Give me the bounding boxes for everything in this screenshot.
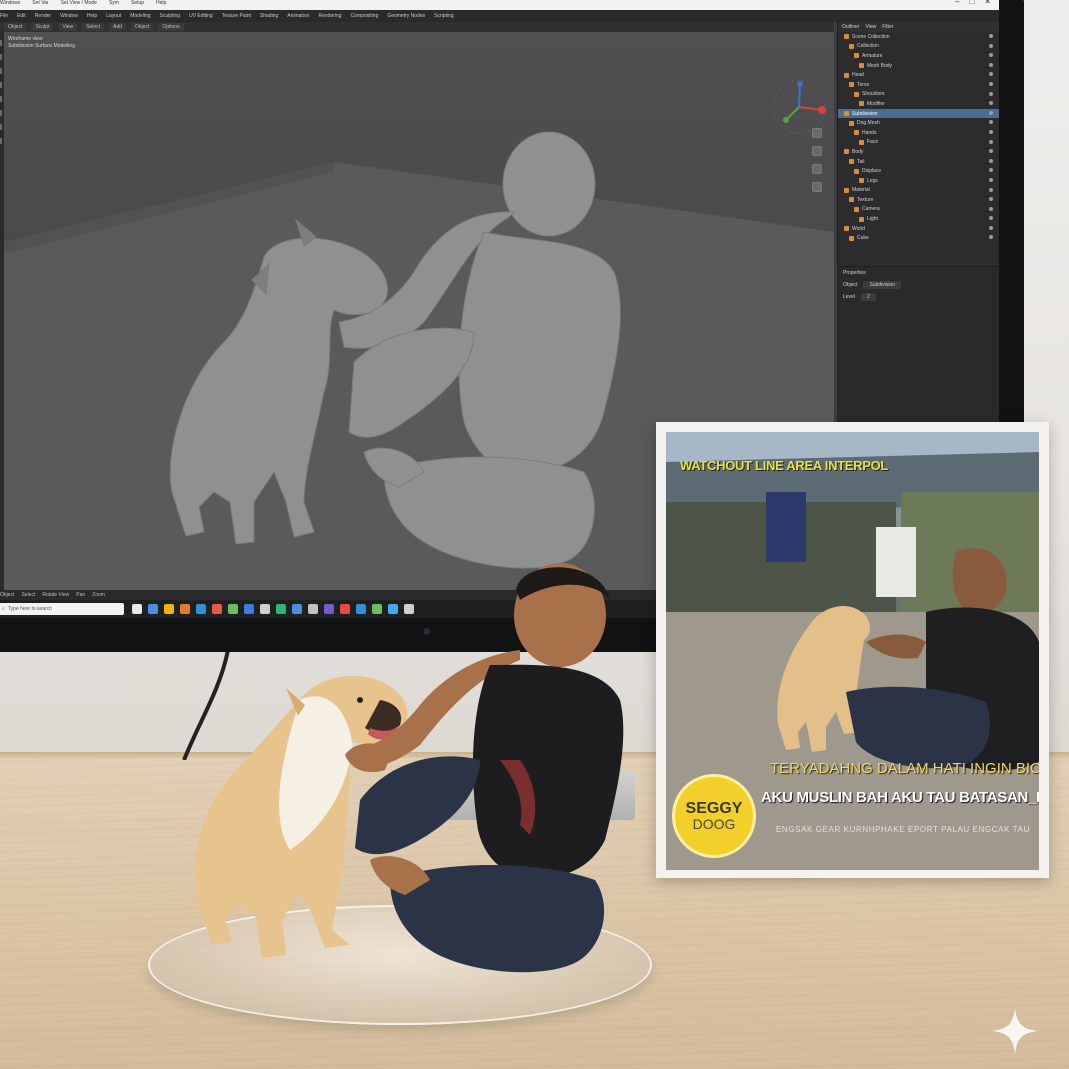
badge-bottom-text: DOOG bbox=[692, 816, 736, 832]
badge-top-text: SEGGY bbox=[685, 800, 743, 817]
man-figurine bbox=[345, 563, 624, 973]
poster-subtitle: TERYADAHNG DALAM HATI INGIN BICARA bbox=[770, 760, 1039, 777]
poster-badge: SEGGY DOOG bbox=[672, 774, 756, 858]
poster-photo: WATCHOUT LINE AREA INTERPOL TERYADAHNG D… bbox=[666, 432, 1039, 870]
poster-title: WATCHOUT LINE AREA INTERPOL bbox=[680, 458, 889, 473]
sparkle-watermark-icon bbox=[992, 1008, 1038, 1054]
poster-small-text: ENGSAK GEAR KURNHPHAKE EPORT PALAU ENGCA… bbox=[776, 825, 1030, 834]
poster-main-text: AKU MUSLIN BAH AKU TAU BATASAN_BATASAN N… bbox=[761, 789, 1039, 806]
printed-photo-poster: WATCHOUT LINE AREA INTERPOL TERYADAHNG D… bbox=[656, 422, 1049, 878]
